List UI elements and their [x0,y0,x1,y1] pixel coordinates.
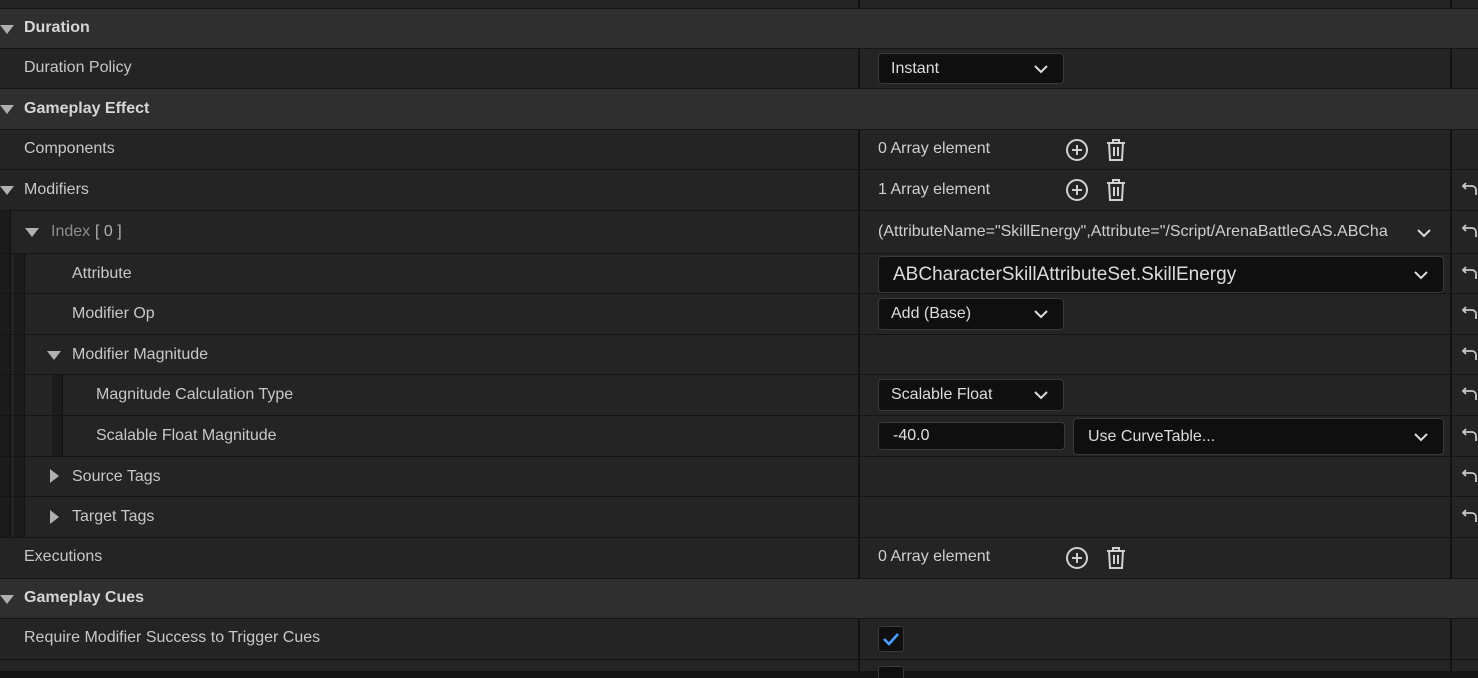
components-row: Components 0 Array element [0,129,1478,169]
add-element-icon[interactable] [1065,546,1089,570]
collapse-arrow-icon[interactable] [25,228,39,237]
magnitude-calc-type-row: Magnitude Calculation Type Scalable Floa… [0,374,1478,415]
property-label: Attribute [72,265,132,282]
property-label: Executions [24,548,103,565]
add-element-icon[interactable] [1065,178,1089,202]
chevron-down-icon [1034,64,1048,73]
property-label: Modifier Op [72,305,155,322]
dropdown-value: Use CurveTable... [1088,427,1216,445]
chevron-down-icon [1414,432,1428,441]
trash-icon[interactable] [1104,546,1128,570]
require-modifier-success-row: Require Modifier Success to Trigger Cues [0,618,1478,659]
property-label: Require Modifier Success to Trigger Cues [24,629,321,646]
property-label: Magnitude Calculation Type [96,386,294,403]
partial-top-row [0,0,1478,8]
array-count: 1 Array element [878,181,991,198]
property-label: Source Tags [72,468,161,485]
duration-policy-dropdown[interactable]: Instant [878,53,1064,84]
reset-to-default-icon[interactable] [1460,427,1478,445]
index-bracket: [ 0 ] [95,223,122,240]
reset-to-default-icon[interactable] [1460,181,1478,199]
magnitude-value-input[interactable]: -40.0 [878,422,1065,450]
collapse-arrow-icon[interactable] [0,25,14,34]
index-label: Index [51,223,91,240]
chevron-down-icon [1034,391,1048,400]
reset-to-default-icon[interactable] [1460,223,1478,241]
category-label: Gameplay Cues [24,589,145,606]
chevron-down-icon[interactable] [1416,228,1432,238]
chevron-down-icon [1034,310,1048,319]
modifier-op-dropdown[interactable]: Add (Base) [878,298,1064,330]
require-modifier-success-checkbox[interactable] [878,626,904,652]
category-label: Duration [24,19,90,36]
dropdown-value: Add (Base) [891,305,972,322]
property-label: Target Tags [72,508,155,525]
trash-icon[interactable] [1104,138,1128,162]
trash-icon[interactable] [1104,178,1128,202]
reset-to-default-icon[interactable] [1460,305,1478,323]
collapse-arrow-icon[interactable] [47,351,61,360]
dropdown-value: ABCharacterSkillAttributeSet.SkillEnergy [893,263,1237,285]
attribute-dropdown[interactable]: ABCharacterSkillAttributeSet.SkillEnergy [878,256,1444,293]
partial-bottom-row [0,659,1478,678]
property-label: Modifier Magnitude [72,346,209,363]
modifier-op-row: Modifier Op Add (Base) [0,293,1478,334]
reset-to-default-icon[interactable] [1460,386,1478,404]
array-count: 0 Array element [878,548,991,565]
array-count: 0 Array element [878,140,991,157]
executions-row: Executions 0 Array element [0,537,1478,578]
duration-policy-row: Duration Policy Instant [0,48,1478,88]
modifiers-row: Modifiers 1 Array element [0,169,1478,210]
reset-to-default-icon[interactable] [1460,468,1478,486]
collapse-arrow-icon[interactable] [0,186,14,195]
dropdown-value: Scalable Float [891,386,993,403]
category-label: Gameplay Effect [24,100,150,117]
attribute-row: Attribute ABCharacterSkillAttributeSet.S… [0,253,1478,293]
reset-to-default-icon[interactable] [1460,508,1478,526]
curve-table-dropdown[interactable]: Use CurveTable... [1073,418,1444,455]
index-0-row: Index [ 0 ] (AttributeName="SkillEnergy"… [0,210,1478,253]
target-tags-row: Target Tags [0,496,1478,537]
property-label: Scalable Float Magnitude [96,427,277,444]
chevron-down-icon [1414,270,1428,279]
property-label: Components [24,140,115,157]
source-tags-row: Source Tags [0,456,1478,496]
reset-to-default-icon[interactable] [1460,265,1478,283]
checkmark-icon [883,633,899,646]
modifier-magnitude-row: Modifier Magnitude [0,334,1478,374]
input-value: -40.0 [893,427,930,444]
index-summary-value: (AttributeName="SkillEnergy",Attribute="… [878,223,1388,240]
property-label: Duration Policy [24,59,132,76]
magnitude-calc-type-dropdown[interactable]: Scalable Float [878,379,1064,411]
scalable-float-magnitude-row: Scalable Float Magnitude -40.0 Use Curve… [0,415,1478,456]
collapse-arrow-icon[interactable] [0,595,14,604]
dropdown-value: Instant [891,59,940,77]
category-duration[interactable]: Duration [0,8,1478,48]
category-gameplay-effect[interactable]: Gameplay Effect [0,88,1478,129]
reset-to-default-icon[interactable] [1460,346,1478,364]
property-label: Modifiers [24,181,89,198]
partial-checkbox[interactable] [878,666,904,678]
expand-arrow-icon[interactable] [50,510,59,524]
collapse-arrow-icon[interactable] [0,105,14,114]
add-element-icon[interactable] [1065,138,1089,162]
expand-arrow-icon[interactable] [50,469,59,483]
category-gameplay-cues[interactable]: Gameplay Cues [0,578,1478,618]
